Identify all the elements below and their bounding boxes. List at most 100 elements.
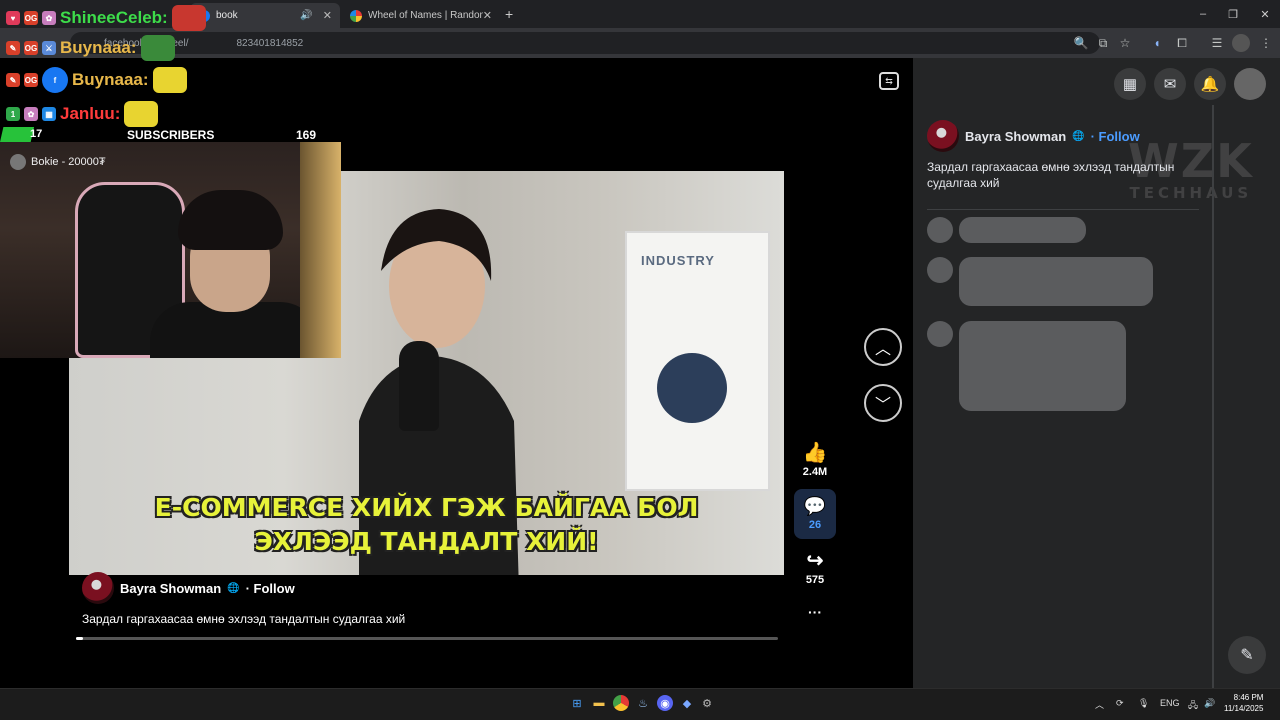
- share-button[interactable]: ↪ 575: [794, 548, 836, 586]
- loading-comment-placeholder: [959, 217, 1086, 243]
- menu-kebab-icon[interactable]: ⋮: [1257, 34, 1275, 52]
- subs-current: 17: [30, 128, 43, 140]
- app-icon[interactable]: ◆: [679, 695, 695, 711]
- tab-facebook[interactable]: book 🔊 ✕: [190, 3, 340, 28]
- sync-icon[interactable]: ⟳: [1116, 698, 1124, 709]
- heart-badge-icon: ♥: [6, 11, 20, 25]
- first-badge-icon: 1: [6, 107, 20, 121]
- close-window-button[interactable]: ✕: [1250, 5, 1280, 23]
- reading-list-icon[interactable]: ☰: [1208, 34, 1226, 52]
- wheel-favicon-icon: [350, 9, 362, 22]
- comment-icon: 💬: [803, 496, 827, 516]
- system-clock[interactable]: 8:46 PM 11/14/2025: [1224, 692, 1263, 714]
- extension-icon[interactable]: ◖: [1148, 34, 1166, 52]
- globe-icon: 🌐: [1072, 130, 1085, 142]
- expand-panel-icon[interactable]: ⇆: [879, 72, 899, 90]
- emote-icon: [140, 35, 175, 61]
- compose-icon: ✎: [1240, 647, 1254, 664]
- maximize-button[interactable]: ❐: [1218, 5, 1248, 23]
- discord-icon[interactable]: ◉: [657, 695, 673, 711]
- streamer-hair: [178, 190, 283, 250]
- subs-label: SUBSCRIBERS: [127, 128, 215, 142]
- address-bar[interactable]: facebook.com/reel/ 823401814852: [70, 32, 1100, 54]
- donation-text: Bokie - 20000₮: [31, 156, 106, 168]
- language-indicator[interactable]: ENG: [1160, 698, 1180, 708]
- chat-line: ✎ OG ⚔ Buynaaa:: [6, 35, 175, 61]
- bookmark-star-icon[interactable]: ☆: [1116, 34, 1134, 52]
- emote-icon: [171, 5, 206, 31]
- minimize-button[interactable]: –: [1188, 5, 1218, 23]
- follow-link[interactable]: · Follow: [246, 581, 295, 596]
- chat-username: Janluu:: [60, 104, 121, 123]
- start-icon[interactable]: ⊞: [569, 695, 585, 711]
- og-badge-icon: OG: [24, 41, 38, 55]
- sword-badge-icon: ⚔: [42, 41, 56, 55]
- author-name[interactable]: Bayra Showman: [120, 581, 221, 596]
- tab-wheel-of-names[interactable]: Wheel of Names | Random nar ✕: [342, 3, 500, 28]
- chat-line: 1 ✿ ▦ Janluu:: [6, 101, 159, 127]
- mod-badge-icon: ✎: [6, 41, 20, 55]
- caption-line-1: E-COMMERCE ХИЙХ ГЭЖ БАЙГАА БОЛ: [154, 493, 699, 522]
- volume-icon[interactable]: 🔊: [1204, 698, 1215, 709]
- emote-icon: [124, 101, 159, 127]
- chat-username: Buynaaa:: [60, 38, 137, 57]
- microphone-icon[interactable]: 🎙: [1138, 698, 1149, 709]
- profile-avatar[interactable]: [1232, 34, 1250, 52]
- previous-reel-button[interactable]: ︿: [864, 328, 902, 366]
- network-icon[interactable]: 🖧: [1188, 698, 1198, 714]
- og-badge-icon: OG: [24, 11, 38, 25]
- speaker-icon[interactable]: 🔊: [300, 10, 312, 21]
- loading-comment-placeholder: [959, 321, 1126, 411]
- author-name[interactable]: Bayra Showman: [965, 129, 1066, 144]
- panel-description: Зардал гаргахаасаа өмнө эхлээд тандалтын…: [927, 160, 1175, 190]
- video-progress-fill: [76, 637, 84, 640]
- tab-title: Wheel of Names | Random nar: [368, 10, 483, 21]
- video-caption: E-COMMERCE ХИЙХ ГЭЖ БАЙГАА БОЛ ЭХЛЭЭД ТА…: [69, 491, 784, 559]
- video-progress-track[interactable]: [76, 637, 778, 640]
- sub-badge-icon: ✿: [24, 107, 38, 121]
- reel-author-row: Bayra Showman 🌐 · Follow: [82, 572, 295, 604]
- like-button[interactable]: 👍 2.4M: [794, 440, 836, 478]
- loading-avatar-placeholder: [927, 257, 953, 283]
- comment-count: 26: [808, 519, 822, 531]
- like-icon: 👍: [802, 442, 828, 464]
- new-message-button[interactable]: ✎: [1228, 636, 1266, 674]
- apps-menu-icon[interactable]: ▦: [1114, 68, 1146, 100]
- more-options-button[interactable]: ···: [794, 604, 836, 620]
- banner-circle: [657, 353, 727, 423]
- donor-avatar: [10, 154, 26, 170]
- author-avatar[interactable]: [927, 120, 959, 152]
- chat-username: Buynaaa:: [72, 70, 149, 89]
- panel-scrollbar[interactable]: [1212, 105, 1214, 688]
- new-tab-button[interactable]: +: [505, 6, 513, 22]
- notifications-bell-icon[interactable]: 🔔: [1194, 68, 1226, 100]
- account-avatar[interactable]: [1234, 68, 1266, 100]
- zoom-icon[interactable]: 🔍: [1072, 34, 1090, 52]
- chat-username: ShineeCeleb:: [60, 8, 168, 27]
- chrome-icon[interactable]: [613, 695, 629, 711]
- caption-line-2: ЭХЛЭЭД ТАНДАЛТ ХИЙ!: [254, 527, 599, 556]
- settings-gear-icon[interactable]: ⚙: [699, 695, 715, 711]
- clock-time: 8:46 PM: [1233, 693, 1264, 702]
- install-app-icon[interactable]: ⧉: [1094, 34, 1112, 52]
- next-reel-button[interactable]: ﹀: [864, 384, 902, 422]
- sub-badge-icon: ✿: [42, 11, 56, 25]
- extensions-puzzle-icon[interactable]: ⧠: [1173, 34, 1191, 52]
- url-suffix: 823401814852: [236, 37, 304, 49]
- show-hidden-icons-icon[interactable]: ︿: [1095, 698, 1104, 711]
- microphone: [399, 341, 439, 431]
- messenger-icon[interactable]: ✉: [1154, 68, 1186, 100]
- share-icon: ↪: [806, 550, 824, 572]
- comment-button[interactable]: 💬 26: [794, 489, 836, 539]
- chat-line: ♥ OG ✿ ShineeCeleb:: [6, 5, 206, 31]
- loading-avatar-placeholder: [927, 321, 953, 347]
- close-tab-icon[interactable]: ✕: [323, 9, 332, 22]
- close-tab-icon[interactable]: ✕: [483, 9, 492, 22]
- file-explorer-icon[interactable]: ▬: [591, 695, 607, 711]
- share-count: 575: [805, 574, 825, 586]
- industry-banner: INDUSTRY: [625, 231, 770, 491]
- author-avatar[interactable]: [82, 572, 114, 604]
- follow-link[interactable]: · Follow: [1091, 129, 1140, 144]
- steam-icon[interactable]: ♨: [635, 695, 651, 711]
- streamer-webcam: Bokie - 20000₮: [0, 142, 341, 358]
